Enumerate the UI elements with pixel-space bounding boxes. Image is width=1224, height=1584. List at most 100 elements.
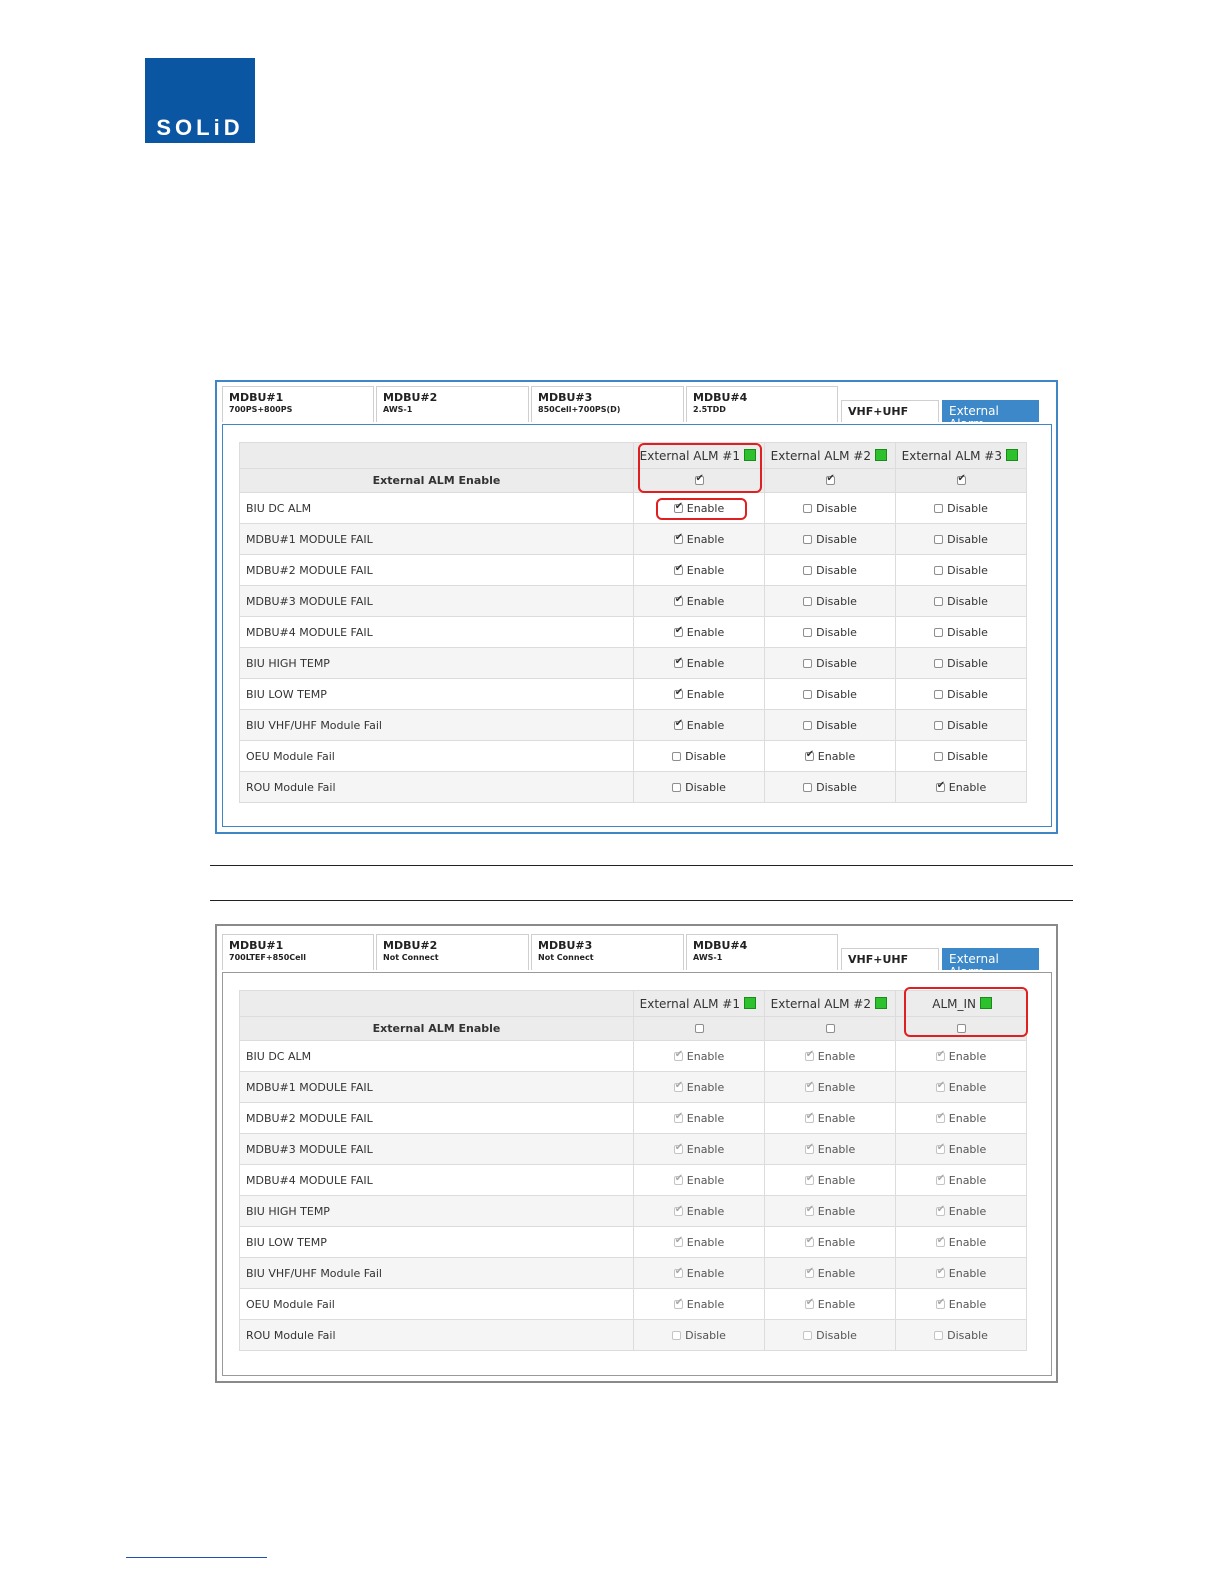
enable-checkbox-2[interactable]	[825, 1024, 835, 1033]
alarm-checkbox[interactable]	[803, 503, 813, 513]
alarm-checkbox[interactable]	[673, 1204, 683, 1216]
alarm-checkbox[interactable]	[673, 594, 683, 606]
alarm-option[interactable]: Disable	[934, 657, 988, 670]
alarm-option[interactable]: Disable	[934, 595, 988, 608]
tab-mdbu3[interactable]: MDBU#3 850Cell+700PS(D)	[531, 386, 684, 422]
alarm-option[interactable]: Enable	[935, 1235, 986, 1249]
alarm-option[interactable]: Enable	[804, 749, 855, 763]
alarm-checkbox[interactable]	[803, 534, 813, 544]
alarm-option[interactable]: Disable	[934, 719, 988, 732]
alarm-checkbox[interactable]	[673, 1266, 683, 1278]
alarm-option[interactable]: Enable	[804, 1204, 855, 1218]
alarm-checkbox[interactable]	[934, 627, 944, 637]
alarm-checkbox[interactable]	[804, 1111, 814, 1123]
alarm-checkbox[interactable]	[672, 1330, 682, 1340]
alarm-option[interactable]: Enable	[804, 1266, 855, 1280]
alarm-option[interactable]: Enable	[804, 1111, 855, 1125]
alarm-option[interactable]: Enable	[673, 1111, 724, 1125]
tab-mdbu4[interactable]: MDBU#4 2.5TDD	[686, 386, 838, 422]
alarm-option[interactable]: Disable	[803, 533, 857, 546]
alarm-checkbox[interactable]	[934, 1330, 944, 1340]
alarm-checkbox[interactable]	[673, 1049, 683, 1061]
alarm-checkbox[interactable]	[673, 718, 683, 730]
alarm-checkbox[interactable]	[934, 689, 944, 699]
alarm-option[interactable]: Enable	[804, 1142, 855, 1156]
alarm-option[interactable]: Disable	[672, 750, 726, 763]
alarm-option[interactable]: Enable	[673, 1080, 724, 1094]
enable-checkbox-1[interactable]	[694, 1024, 704, 1033]
alarm-checkbox[interactable]	[803, 720, 813, 730]
alarm-option[interactable]: Enable	[804, 1235, 855, 1249]
alarm-option[interactable]: Enable	[673, 1173, 724, 1187]
alarm-checkbox[interactable]	[935, 1049, 945, 1061]
alarm-checkbox[interactable]	[934, 720, 944, 730]
alarm-checkbox[interactable]	[673, 1235, 683, 1247]
alarm-option[interactable]: Disable	[803, 595, 857, 608]
alarm-option[interactable]: Disable	[803, 719, 857, 732]
alarm-option[interactable]: Enable	[673, 594, 724, 608]
alarm-option[interactable]: Enable	[935, 1049, 986, 1063]
tab-mdbu2[interactable]: MDBU#2 AWS-1	[376, 386, 529, 422]
tab-mdbu3[interactable]: MDBU#3 Not Connect	[531, 934, 684, 970]
alarm-option[interactable]: Enable	[673, 1266, 724, 1280]
alarm-checkbox[interactable]	[804, 1235, 814, 1247]
alarm-option[interactable]: Enable	[673, 1142, 724, 1156]
alarm-option[interactable]: Disable	[934, 502, 988, 515]
alarm-option[interactable]: Enable	[804, 1297, 855, 1311]
alarm-option[interactable]: Enable	[935, 1142, 986, 1156]
alarm-option[interactable]: Enable	[935, 1266, 986, 1280]
alarm-option[interactable]: Disable	[803, 688, 857, 701]
alarm-checkbox[interactable]	[935, 1173, 945, 1185]
alarm-option[interactable]: Disable	[672, 781, 726, 794]
alarm-checkbox[interactable]	[934, 751, 944, 761]
tab-external-alarm[interactable]: External Alarm	[942, 948, 1039, 979]
alarm-option[interactable]: Enable	[935, 1297, 986, 1311]
alarm-option[interactable]: Enable	[804, 1080, 855, 1094]
alarm-checkbox[interactable]	[935, 1204, 945, 1216]
alarm-option[interactable]: Enable	[935, 1080, 986, 1094]
alarm-checkbox[interactable]	[673, 1297, 683, 1309]
alarm-checkbox[interactable]	[804, 1297, 814, 1309]
alarm-option[interactable]: Enable	[935, 1204, 986, 1218]
alarm-checkbox[interactable]	[673, 625, 683, 637]
alarm-checkbox[interactable]	[673, 656, 683, 668]
alarm-checkbox[interactable]	[935, 1266, 945, 1278]
alarm-checkbox[interactable]	[804, 1142, 814, 1154]
alarm-checkbox[interactable]	[803, 689, 813, 699]
alarm-option[interactable]: Disable	[803, 502, 857, 515]
alarm-checkbox[interactable]	[804, 1204, 814, 1216]
alarm-option[interactable]: Enable	[673, 1204, 724, 1218]
alarm-option[interactable]: Enable	[673, 687, 724, 701]
alarm-option[interactable]: Enable	[673, 532, 724, 546]
alarm-checkbox[interactable]	[803, 627, 813, 637]
alarm-option[interactable]: Disable	[803, 781, 857, 794]
alarm-checkbox[interactable]	[804, 1080, 814, 1092]
alarm-checkbox[interactable]	[672, 782, 682, 792]
alarm-option[interactable]: Disable	[672, 1329, 726, 1342]
alarm-checkbox[interactable]	[935, 1142, 945, 1154]
enable-checkbox-3[interactable]	[956, 473, 966, 485]
alarm-checkbox[interactable]	[934, 658, 944, 668]
alarm-option[interactable]: Enable	[673, 1049, 724, 1063]
alarm-option[interactable]: Disable	[934, 750, 988, 763]
alarm-option[interactable]: Disable	[934, 688, 988, 701]
alarm-checkbox[interactable]	[935, 1111, 945, 1123]
alarm-checkbox[interactable]	[935, 1297, 945, 1309]
alarm-option[interactable]: Enable	[673, 625, 724, 639]
alarm-option[interactable]: Enable	[804, 1049, 855, 1063]
alarm-checkbox[interactable]	[673, 532, 683, 544]
alarm-checkbox[interactable]	[673, 563, 683, 575]
alarm-checkbox[interactable]	[804, 1266, 814, 1278]
alarm-checkbox[interactable]	[673, 1142, 683, 1154]
alarm-option[interactable]: Enable	[673, 1297, 724, 1311]
alarm-checkbox[interactable]	[673, 1080, 683, 1092]
alarm-checkbox[interactable]	[935, 1235, 945, 1247]
tab-mdbu1[interactable]: MDBU#1 700PS+800PS	[222, 386, 374, 422]
alarm-option[interactable]: Enable	[673, 563, 724, 577]
alarm-option[interactable]: Disable	[934, 564, 988, 577]
alarm-option[interactable]: Enable	[935, 780, 986, 794]
enable-checkbox-2[interactable]	[825, 473, 835, 485]
tab-vhf-uhf[interactable]: VHF+UHF	[841, 948, 939, 970]
alarm-checkbox[interactable]	[673, 687, 683, 699]
alarm-checkbox[interactable]	[934, 503, 944, 513]
